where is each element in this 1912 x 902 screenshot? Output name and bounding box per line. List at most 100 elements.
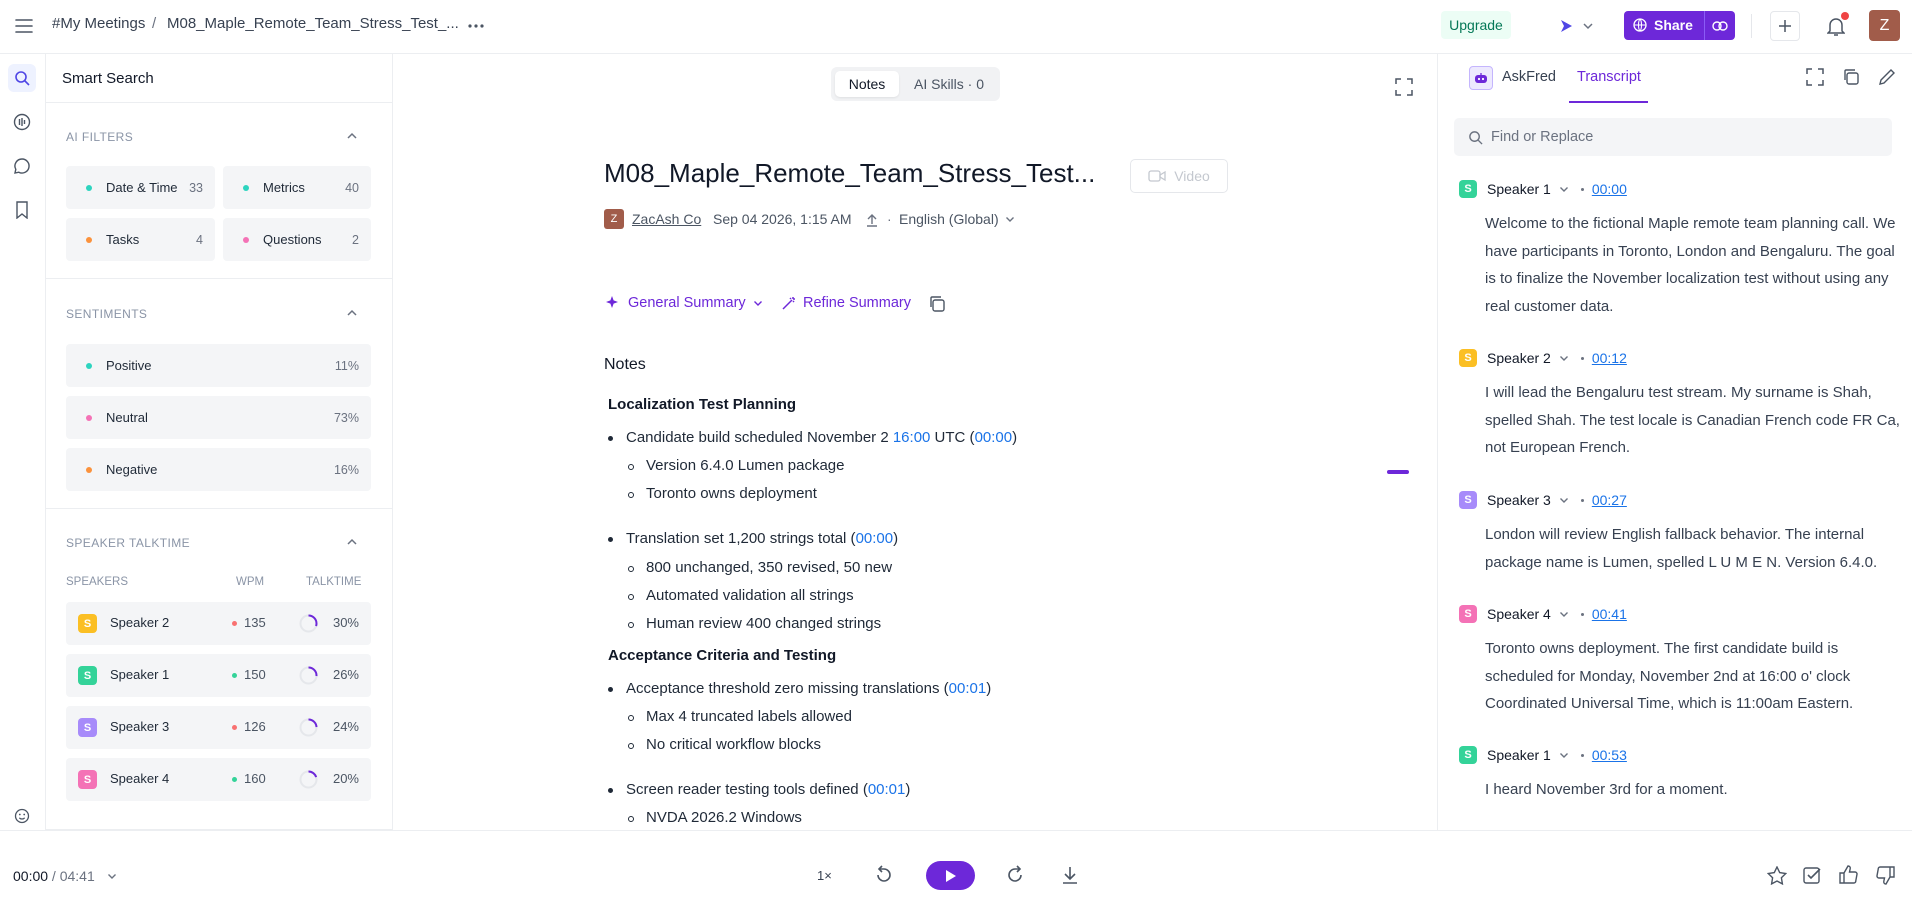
chevron-up-icon[interactable] — [346, 309, 358, 317]
thumbs-up-icon[interactable] — [1839, 865, 1858, 884]
meta-separator: · — [887, 211, 892, 227]
rail-analytics-icon[interactable] — [8, 108, 36, 136]
share-button[interactable]: Share — [1624, 11, 1735, 40]
sparkle-icon — [606, 296, 618, 308]
find-replace-field[interactable]: Find or Replace — [1454, 118, 1892, 156]
talktime-ring — [299, 666, 318, 685]
transcript-timestamp[interactable]: 00:27 — [1592, 492, 1627, 508]
scroll-indicator[interactable] — [1387, 470, 1409, 474]
search-icon — [1469, 131, 1483, 145]
timestamp-link[interactable]: 00:01 — [949, 680, 987, 697]
edit-pencil-icon[interactable] — [1878, 68, 1896, 86]
user-avatar[interactable]: Z — [1869, 10, 1900, 41]
transcript-speaker-header: S Speaker 4 00:41 — [1459, 605, 1627, 623]
thumbs-down-icon[interactable] — [1876, 866, 1895, 885]
share-label: Share — [1654, 17, 1693, 33]
talktime-row[interactable]: S Speaker 4 160 20% — [66, 758, 371, 801]
upload-icon[interactable] — [866, 213, 878, 227]
current-time: 00:00 — [13, 868, 49, 884]
breadcrumb-title[interactable]: M08_Maple_Remote_Team_Stress_Test_... — [167, 15, 459, 32]
note-bullet: Candidate build scheduled November 2 16:… — [626, 429, 1017, 446]
time-highlight[interactable]: 16:00 — [893, 429, 931, 446]
speaker-name[interactable]: Speaker 1 — [1487, 181, 1551, 197]
rail-search-icon[interactable] — [8, 64, 36, 92]
tab-ai-skills[interactable]: AI Skills · 0 — [903, 71, 995, 97]
chevron-down-icon[interactable] — [1559, 497, 1569, 504]
sentiment-negative[interactable]: Negative 16% — [66, 448, 371, 491]
note-text: Translation set 1,200 strings total ( — [626, 530, 856, 547]
time-display[interactable]: 00:00 / 04:41 — [13, 868, 117, 884]
speaker-badge: S — [1459, 746, 1477, 764]
sub-bullet — [628, 464, 634, 470]
more-options-icon[interactable] — [464, 14, 488, 38]
speaker-name[interactable]: Speaker 1 — [1487, 747, 1551, 763]
star-icon[interactable] — [1767, 866, 1787, 885]
speaker-name[interactable]: Speaker 2 — [1487, 350, 1551, 366]
transcript-timestamp[interactable]: 00:12 — [1592, 350, 1627, 366]
rail-bookmark-icon[interactable] — [8, 196, 36, 224]
video-button[interactable]: Video — [1130, 159, 1228, 193]
play-button[interactable] — [926, 861, 975, 890]
refine-summary-button[interactable]: Refine Summary — [781, 295, 911, 311]
chevron-down-icon[interactable] — [1559, 752, 1569, 759]
talktime-row[interactable]: S Speaker 2 135 30% — [66, 602, 371, 645]
rail-chat-icon[interactable] — [8, 152, 36, 180]
send-dropdown-button[interactable] — [1552, 14, 1600, 38]
video-camera-icon — [1148, 170, 1166, 182]
tab-transcript[interactable]: Transcript — [1577, 69, 1641, 85]
transcript-timestamp[interactable]: 00:53 — [1592, 747, 1627, 763]
sentiment-neutral[interactable]: Neutral 73% — [66, 396, 371, 439]
upgrade-button[interactable]: Upgrade — [1441, 11, 1511, 39]
sentiment-value: 16% — [333, 462, 359, 477]
filter-tasks[interactable]: Tasks 4 — [66, 218, 215, 261]
askfred-icon[interactable] — [1469, 66, 1493, 90]
general-summary-dropdown[interactable]: General Summary — [604, 295, 763, 311]
language-selector[interactable]: English (Global) — [899, 211, 1015, 227]
task-check-icon[interactable] — [1803, 866, 1822, 885]
rail-emoji-icon[interactable] — [8, 802, 36, 830]
hamburger-menu-icon[interactable] — [12, 14, 36, 38]
breadcrumb-separator: / — [152, 15, 157, 32]
add-button[interactable] — [1770, 11, 1800, 41]
talktime-row[interactable]: S Speaker 1 150 26% — [66, 654, 371, 697]
filter-count: 4 — [196, 232, 203, 247]
breadcrumb-root[interactable]: #My Meetings — [52, 15, 145, 32]
fullscreen-icon[interactable] — [1395, 78, 1413, 96]
owner-link[interactable]: ZacAsh Co — [632, 211, 701, 227]
forward-icon[interactable] — [1005, 865, 1025, 885]
rewind-icon[interactable] — [874, 865, 894, 885]
tab-askfred[interactable]: AskFred — [1502, 69, 1556, 85]
sub-bullet — [628, 816, 634, 822]
speaker-name[interactable]: Speaker 3 — [1487, 492, 1551, 508]
chevron-down-icon[interactable] — [1559, 355, 1569, 362]
notifications-button[interactable] — [1821, 12, 1851, 42]
timestamp-link[interactable]: 00:00 — [975, 429, 1013, 446]
separator-dot — [1580, 356, 1584, 360]
copy-transcript-icon[interactable] — [1842, 68, 1860, 86]
chevron-down-icon[interactable] — [1559, 611, 1569, 618]
playback-speed[interactable]: 1× — [817, 868, 832, 883]
chevron-up-icon[interactable] — [346, 132, 358, 140]
notes-heading: Notes — [604, 356, 646, 373]
filter-questions[interactable]: Questions 2 — [223, 218, 371, 261]
talktime-row[interactable]: S Speaker 3 126 24% — [66, 706, 371, 749]
filter-date-time[interactable]: Date & Time 33 — [66, 166, 215, 209]
view-toggle: Notes AI Skills · 0 — [831, 67, 1000, 101]
speaker-talktime: 20% — [332, 771, 359, 786]
sentiment-positive[interactable]: Positive 11% — [66, 344, 371, 387]
filter-metrics[interactable]: Metrics 40 — [223, 166, 371, 209]
expand-icon[interactable] — [1806, 68, 1824, 86]
smart-search-title: Smart Search — [62, 70, 154, 87]
copy-icon[interactable] — [928, 295, 946, 313]
note-sub-item: Toronto owns deployment — [646, 485, 817, 502]
chevron-up-icon[interactable] — [346, 538, 358, 546]
chevron-down-icon[interactable] — [1559, 186, 1569, 193]
download-icon[interactable] — [1061, 865, 1079, 885]
transcript-timestamp[interactable]: 00:00 — [1592, 181, 1627, 197]
transcript-speaker-header: S Speaker 3 00:27 — [1459, 491, 1627, 509]
speaker-name[interactable]: Speaker 4 — [1487, 606, 1551, 622]
timestamp-link[interactable]: 00:01 — [868, 781, 906, 798]
tab-notes[interactable]: Notes — [835, 71, 899, 97]
transcript-timestamp[interactable]: 00:41 — [1592, 606, 1627, 622]
timestamp-link[interactable]: 00:00 — [856, 530, 894, 547]
